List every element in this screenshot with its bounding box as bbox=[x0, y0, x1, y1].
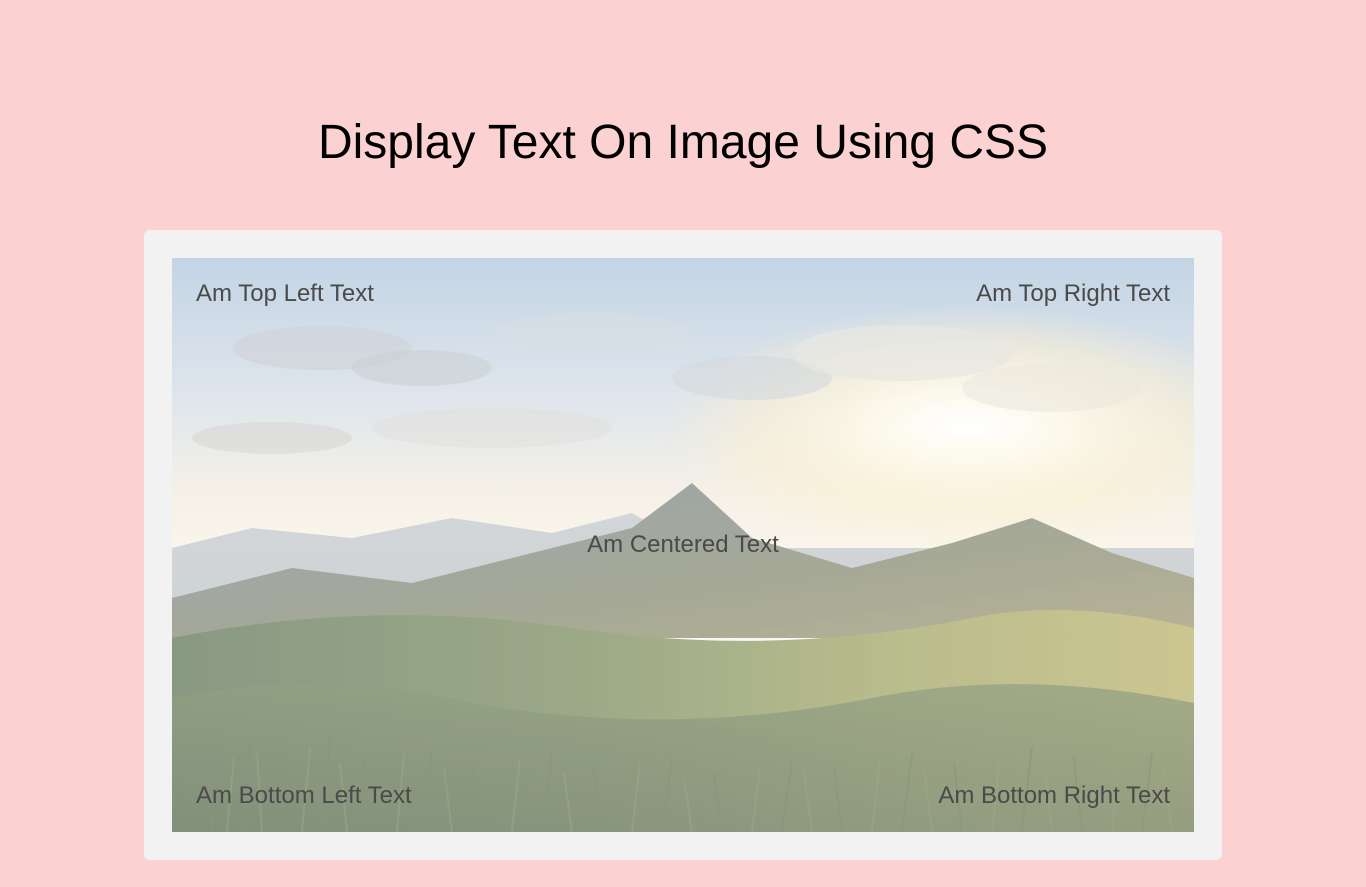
bottom-right-text: Am Bottom Right Text bbox=[938, 782, 1170, 810]
page-title: Display Text On Image Using CSS bbox=[0, 0, 1366, 230]
image-container: Am Top Left Text Am Top Right Text Am Ce… bbox=[144, 230, 1222, 860]
bottom-left-text: Am Bottom Left Text bbox=[196, 782, 412, 810]
top-right-text: Am Top Right Text bbox=[976, 280, 1170, 308]
top-left-text: Am Top Left Text bbox=[196, 280, 374, 308]
image-wrapper: Am Top Left Text Am Top Right Text Am Ce… bbox=[172, 258, 1194, 832]
centered-text: Am Centered Text bbox=[587, 531, 779, 559]
